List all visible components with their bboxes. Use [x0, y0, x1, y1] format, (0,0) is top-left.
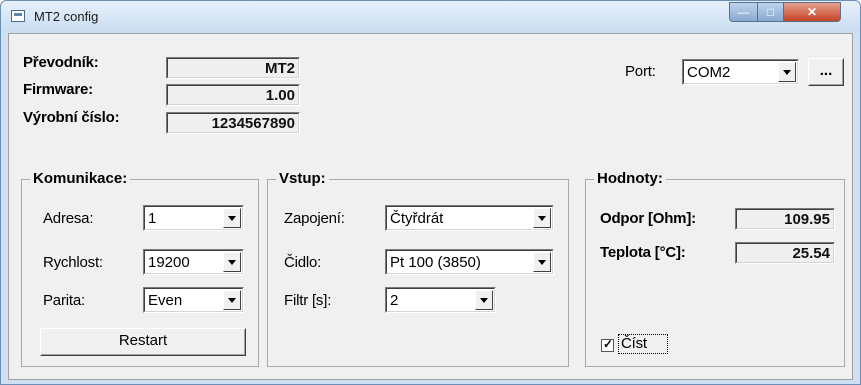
hodnoty-title: Hodnoty: — [594, 170, 666, 187]
rychlost-select[interactable]: 19200 — [143, 249, 244, 275]
chevron-down-icon[interactable] — [223, 290, 241, 310]
vstup-title: Vstup: — [276, 170, 329, 187]
zapojeni-select[interactable]: Čtyřdrát — [385, 205, 554, 231]
close-icon: ✕ — [806, 5, 818, 19]
teplota-label: Teplota [°C]: — [600, 244, 686, 261]
app-window: MT2 config — □ ✕ Převodník: MT2 Firmware… — [0, 0, 861, 385]
port-select[interactable]: COM2 — [682, 59, 799, 85]
filtr-value: 2 — [390, 292, 399, 309]
cist-checkbox[interactable] — [601, 337, 614, 352]
chevron-down-icon[interactable] — [533, 252, 551, 272]
filtr-select[interactable]: 2 — [385, 287, 496, 313]
prevodnik-label: Převodník: — [23, 54, 99, 71]
dialog-body: Převodník: MT2 Firmware: 1.00 Výrobní čí… — [8, 33, 853, 380]
filtr-label: Filtr [s]: — [284, 292, 332, 309]
cidlo-value: Pt 100 (3850) — [390, 254, 481, 271]
komunikace-title: Komunikace: — [30, 170, 131, 187]
chevron-down-icon[interactable] — [533, 208, 551, 228]
parita-label: Parita: — [43, 292, 85, 309]
prevodnik-field: MT2 — [166, 57, 300, 79]
minimize-button[interactable]: — — [729, 2, 758, 22]
odpor-field: 109.95 — [735, 208, 835, 230]
maximize-button[interactable]: □ — [757, 2, 784, 22]
restart-button[interactable]: Restart — [40, 328, 246, 356]
title-bar[interactable]: MT2 config — □ ✕ — [1, 1, 860, 33]
rychlost-label: Rychlost: — [43, 254, 103, 271]
window-title: MT2 config — [34, 9, 99, 24]
firmware-field: 1.00 — [166, 84, 300, 106]
chevron-down-icon[interactable] — [223, 252, 241, 272]
adresa-value: 1 — [148, 210, 157, 227]
port-browse-button[interactable]: ... — [808, 58, 844, 86]
parita-value: Even — [148, 292, 183, 309]
maximize-icon: □ — [766, 5, 775, 19]
rychlost-value: 19200 — [148, 254, 190, 271]
chevron-down-icon[interactable] — [778, 62, 796, 82]
teplota-field: 25.54 — [735, 242, 835, 264]
firmware-label: Firmware: — [23, 81, 93, 98]
cidlo-select[interactable]: Pt 100 (3850) — [385, 249, 554, 275]
chevron-down-icon[interactable] — [475, 290, 493, 310]
adresa-label: Adresa: — [43, 210, 94, 227]
zapojeni-value: Čtyřdrát — [390, 210, 444, 227]
minimize-icon: — — [737, 5, 750, 19]
zapojeni-label: Zapojení: — [284, 210, 345, 227]
serial-label: Výrobní číslo: — [23, 109, 120, 126]
chevron-down-icon[interactable] — [223, 208, 241, 228]
serial-field: 1234567890 — [166, 112, 300, 134]
odpor-label: Odpor [Ohm]: — [600, 210, 696, 227]
cidlo-label: Čidlo: — [284, 254, 322, 271]
port-label: Port: — [625, 63, 656, 80]
parita-select[interactable]: Even — [143, 287, 244, 313]
port-value: COM2 — [687, 64, 731, 81]
cist-label[interactable]: Číst — [621, 335, 647, 352]
adresa-select[interactable]: 1 — [143, 205, 244, 231]
app-icon — [11, 10, 25, 22]
close-button[interactable]: ✕ — [783, 2, 841, 22]
